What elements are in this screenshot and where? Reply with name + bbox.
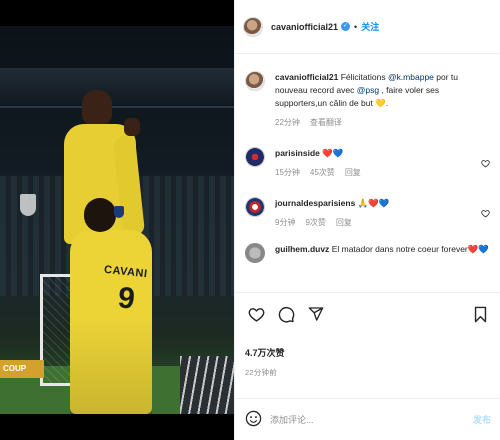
- barrier: [180, 356, 234, 414]
- author-username[interactable]: cavaniofficial21: [271, 22, 338, 32]
- comment-time[interactable]: 15分钟: [275, 166, 300, 179]
- photo-scene: COUP CAVANI 9: [0, 26, 234, 414]
- stadium-crest: [20, 194, 36, 216]
- stadium-roof: [0, 68, 234, 108]
- bookmark-icon[interactable]: [469, 303, 491, 325]
- comment-likes[interactable]: 45次赞: [310, 166, 335, 179]
- caption-time[interactable]: 22分钟: [275, 116, 300, 129]
- author-avatar[interactable]: [243, 16, 263, 37]
- mention-link[interactable]: @k.mbappe: [388, 72, 434, 82]
- comment-item: journaldesparisiens 🙏❤️💙 9分钟 9次赞 回复: [235, 197, 500, 229]
- caption-avatar[interactable]: [245, 71, 265, 91]
- comment-meta: 15分钟 45次赞 回复: [275, 166, 479, 179]
- comment-like-heart-icon[interactable]: [479, 197, 491, 229]
- caption: cavaniofficial21 Félicitations @k.mbappe…: [235, 71, 500, 129]
- caption-username[interactable]: cavaniofficial21: [275, 72, 338, 82]
- action-spacer: [335, 303, 469, 344]
- comment-like-heart-icon[interactable]: [479, 147, 491, 179]
- comment-text: ❤️💙: [322, 148, 344, 158]
- comment-likes[interactable]: 9次赞: [305, 216, 325, 229]
- comment-composer: 发布: [235, 398, 500, 440]
- comment-avatar[interactable]: [245, 147, 265, 167]
- comment-item: guilhem.duvz El matador dans notre coeur…: [235, 243, 500, 263]
- caption-meta: 22分钟 查看翻译: [275, 116, 491, 129]
- separator-dot: •: [354, 21, 358, 32]
- verified-icon: ✓: [341, 22, 351, 31]
- player-one-fist: [124, 118, 140, 136]
- share-icon[interactable]: [305, 303, 327, 325]
- likes-count[interactable]: 4.7万次赞: [245, 346, 285, 359]
- caption-text-part: Félicitations: [340, 72, 388, 82]
- caption-body: cavaniofficial21 Félicitations @k.mbappe…: [275, 71, 491, 129]
- emoji-icon[interactable]: [245, 410, 262, 429]
- player-two-shadow: [70, 316, 152, 414]
- post-photo[interactable]: COUP CAVANI 9: [0, 0, 234, 440]
- post-sidebar: cavaniofficial21 ✓ • 关注 cavaniofficial21…: [234, 0, 500, 440]
- comment-body: guilhem.duvz El matador dans notre coeur…: [275, 243, 491, 263]
- comment-username[interactable]: guilhem.duvz: [275, 244, 329, 254]
- heart-emoji: 💛: [375, 98, 386, 108]
- player-one-head: [82, 90, 112, 126]
- translate-link[interactable]: 查看翻译: [310, 116, 342, 129]
- reply-button[interactable]: 回复: [336, 216, 352, 229]
- action-bar: [235, 292, 500, 344]
- comment-text: El matador dans notre coeur forever❤️💙: [331, 244, 489, 254]
- comment-body: parisinside ❤️💙 15分钟 45次赞 回复: [275, 147, 479, 179]
- comment-input[interactable]: [270, 414, 473, 425]
- comment-avatar[interactable]: [245, 197, 265, 217]
- comments-list[interactable]: cavaniofficial21 Félicitations @k.mbappe…: [235, 55, 500, 290]
- jersey-number: 9: [116, 281, 137, 316]
- comment-time[interactable]: 9分钟: [275, 216, 295, 229]
- comment-username[interactable]: parisinside: [275, 148, 320, 158]
- comment-item: parisinside ❤️💙 15分钟 45次赞 回复: [235, 147, 500, 179]
- comment-body: journaldesparisiens 🙏❤️💙 9分钟 9次赞 回复: [275, 197, 479, 229]
- comment-avatar[interactable]: [245, 243, 265, 263]
- comment-meta: 9分钟 9次赞 回复: [275, 216, 479, 229]
- mention-link[interactable]: @psg: [357, 85, 379, 95]
- comment-username[interactable]: journaldesparisiens: [275, 198, 355, 208]
- post-modal: COUP CAVANI 9 cavaniofficial21 ✓ • 关注 ca…: [0, 0, 500, 440]
- comment-icon[interactable]: [275, 303, 297, 325]
- caption-text-part: .: [385, 98, 389, 108]
- adboard: COUP: [0, 360, 44, 378]
- player-two-head: [84, 198, 116, 232]
- post-header: cavaniofficial21 ✓ • 关注: [235, 0, 500, 54]
- heart-icon[interactable]: [245, 303, 267, 325]
- reply-button[interactable]: 回复: [345, 166, 361, 179]
- posted-time[interactable]: 22分钟前: [245, 367, 277, 378]
- comment-text: 🙏❤️💙: [357, 198, 390, 208]
- shirt-badge: [114, 206, 124, 218]
- follow-button[interactable]: 关注: [361, 20, 379, 33]
- post-comment-button[interactable]: 发布: [473, 413, 491, 426]
